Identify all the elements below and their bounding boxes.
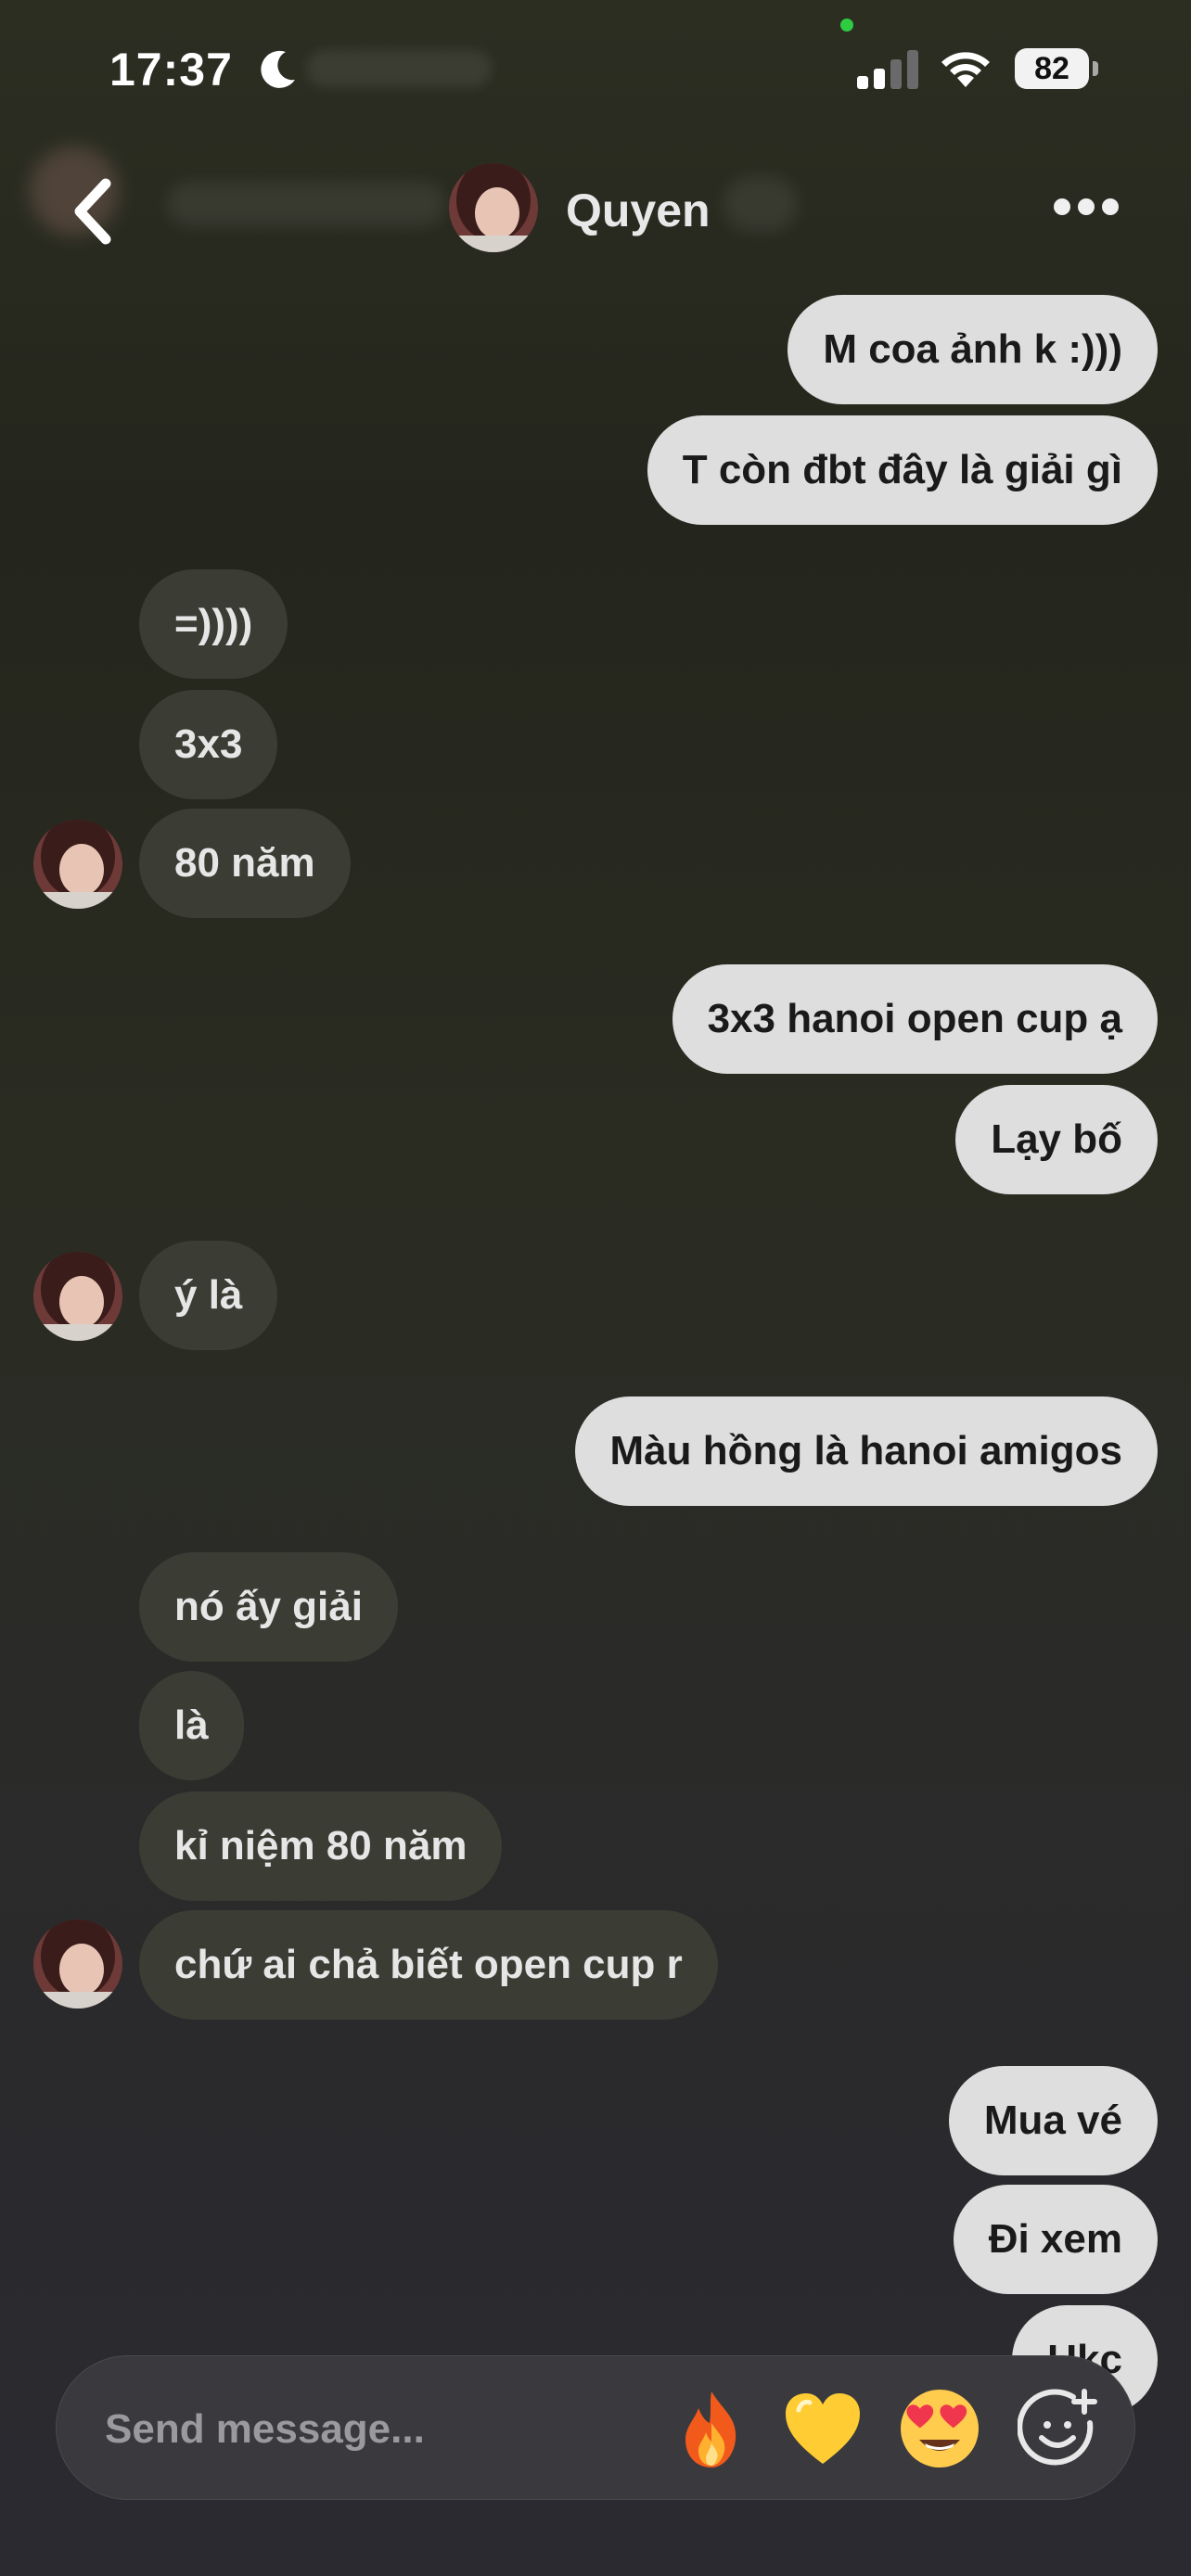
blurred-name-suffix [724, 176, 798, 232]
message-bubble-outgoing[interactable]: M coa ảnh k :))) [788, 295, 1158, 404]
contact-name[interactable]: Quyen [566, 184, 711, 237]
message-bubble-incoming[interactable]: chứ ai chả biết open cup r [139, 1910, 718, 2020]
chat-header: Quyen [0, 139, 1191, 278]
add-sticker-icon[interactable] [1018, 2388, 1099, 2469]
battery-cap [1093, 61, 1098, 76]
yellow-heart-emoji[interactable] [780, 2386, 865, 2471]
blurred-title [167, 182, 445, 226]
message-input[interactable] [103, 2356, 626, 2503]
status-bar: 17:37 82 [0, 0, 1191, 139]
privacy-indicator-dot [840, 19, 853, 32]
wifi-icon [941, 52, 990, 87]
message-bubble-incoming[interactable]: ý là [139, 1241, 278, 1350]
blurred-status-text [306, 50, 492, 87]
sender-avatar[interactable] [33, 1252, 122, 1341]
sender-avatar[interactable] [33, 820, 122, 909]
message-bubble-incoming[interactable]: kỉ niệm 80 năm [139, 1792, 503, 1901]
more-horizontal-icon[interactable] [1054, 197, 1119, 219]
message-bubble-outgoing[interactable]: Mua vé [948, 2066, 1158, 2175]
sender-avatar[interactable] [33, 1919, 122, 2009]
message-composer [56, 2355, 1135, 2503]
message-bubble-outgoing[interactable]: Lạy bố [955, 1085, 1158, 1194]
message-bubble-incoming[interactable]: 3x3 [139, 690, 278, 799]
message-bubble-incoming[interactable]: =)))) [139, 569, 288, 679]
message-bubble-outgoing[interactable]: Màu hồng là hanoi amigos [574, 1396, 1158, 1506]
message-bubble-incoming[interactable]: 80 năm [139, 809, 351, 918]
heart-eyes-emoji[interactable] [897, 2386, 982, 2471]
message-bubble-outgoing[interactable]: T còn đbt đây là giải gì [647, 415, 1158, 525]
message-bubble-outgoing[interactable]: 3x3 hanoi open cup ạ [672, 964, 1158, 1074]
contact-avatar[interactable] [449, 163, 538, 252]
message-bubble-incoming[interactable]: nó ấy giải [139, 1552, 398, 1662]
chevron-left-icon[interactable] [65, 174, 121, 249]
fire-emoji[interactable] [669, 2386, 754, 2471]
status-time: 17:37 [109, 44, 233, 96]
cellular-signal-icon [857, 50, 918, 89]
battery-indicator: 82 [1015, 48, 1100, 89]
message-bubble-incoming[interactable]: là [139, 1671, 244, 1780]
message-bubble-outgoing[interactable]: Đi xem [953, 2185, 1158, 2294]
moon-icon [261, 50, 295, 88]
battery-level: 82 [1015, 48, 1089, 89]
